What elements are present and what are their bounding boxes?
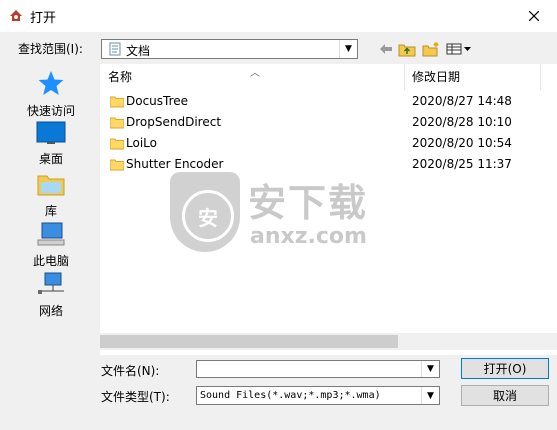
filetype-label: 文件类型(T): xyxy=(101,390,170,404)
place-label: 网络 xyxy=(38,304,63,318)
folder-icon xyxy=(110,138,124,150)
folder-icon xyxy=(110,117,124,129)
file-modified: 2020/8/28 10:10 xyxy=(412,115,512,129)
list-item[interactable]: DropSendDirect 2020/8/28 10:10 xyxy=(100,112,545,133)
back-button[interactable] xyxy=(375,40,397,58)
column-header-name[interactable]: 名称 xyxy=(108,64,132,90)
place-label: 库 xyxy=(44,204,57,218)
list-item[interactable]: DocusTree 2020/8/27 14:48 xyxy=(100,91,545,112)
window-title: 打开 xyxy=(30,11,57,26)
star-icon xyxy=(38,71,64,95)
back-arrow-icon xyxy=(380,44,392,54)
place-quick-access[interactable]: 快速访问 xyxy=(16,69,86,119)
app-icon xyxy=(10,10,22,21)
place-network[interactable]: 网络 xyxy=(16,271,86,319)
scrollbar-thumb[interactable] xyxy=(100,335,398,348)
filename-field[interactable]: ▼ xyxy=(196,360,440,378)
filetype-select[interactable]: Sound Files(*.wav;*.mp3;*.wma) ▼ xyxy=(196,386,440,405)
computer-icon xyxy=(37,222,65,246)
file-name: DropSendDirect xyxy=(126,115,222,129)
folder-icon xyxy=(110,96,124,108)
list-item[interactable]: LoiLo 2020/8/20 10:54 xyxy=(100,133,545,154)
column-divider[interactable] xyxy=(540,64,541,90)
view-menu-button[interactable] xyxy=(444,40,474,58)
horizontal-scrollbar[interactable] xyxy=(100,333,557,350)
column-header-modified[interactable]: 修改日期 xyxy=(412,64,460,90)
view-grid-icon xyxy=(446,43,471,55)
watermark: 安 安下载 anxz.com xyxy=(170,172,390,264)
new-folder-icon xyxy=(422,42,439,57)
place-label: 桌面 xyxy=(38,152,63,166)
file-name: LoiLo xyxy=(126,136,157,150)
folder-icon xyxy=(110,159,124,171)
network-icon xyxy=(38,272,64,294)
up-folder-button[interactable] xyxy=(396,40,418,58)
lookin-value: 文档 xyxy=(126,44,151,58)
cancel-button[interactable]: 取消 xyxy=(461,385,549,406)
file-modified: 2020/8/20 10:54 xyxy=(412,136,512,150)
open-button[interactable]: 打开(O) xyxy=(461,358,549,379)
chevron-down-icon[interactable]: ▼ xyxy=(421,361,439,377)
place-this-pc[interactable]: 此电脑 xyxy=(16,221,86,269)
close-icon xyxy=(529,11,539,21)
lookin-combo[interactable]: 文档 ▼ xyxy=(101,39,358,59)
place-label: 快速访问 xyxy=(26,104,75,118)
filetype-value: Sound Files(*.wav;*.mp3;*.wma) xyxy=(200,390,381,401)
shield-logo: 安 xyxy=(170,172,240,252)
place-label: 此电脑 xyxy=(32,254,69,268)
file-modified: 2020/8/25 11:37 xyxy=(412,157,512,171)
sort-arrow-icon: ︿ xyxy=(250,68,260,79)
title-bar: 打开 xyxy=(0,0,557,32)
file-modified: 2020/8/27 14:48 xyxy=(412,94,512,108)
new-folder-button[interactable] xyxy=(420,40,442,58)
documents-icon xyxy=(109,42,121,56)
up-folder-icon xyxy=(398,44,416,57)
place-library[interactable]: 库 xyxy=(16,171,86,219)
watermark-sub: anxz.com xyxy=(250,224,367,249)
place-desktop[interactable]: 桌面 xyxy=(16,121,86,167)
watermark-badge: 安 xyxy=(182,190,234,242)
close-button[interactable] xyxy=(511,0,557,32)
column-divider[interactable] xyxy=(404,64,405,90)
watermark-title: 安下载 xyxy=(248,181,369,225)
chevron-down-icon[interactable]: ▼ xyxy=(421,387,439,404)
library-icon xyxy=(37,175,65,196)
chevron-down-icon[interactable]: ▼ xyxy=(339,40,357,58)
file-name: Shutter Encoder xyxy=(126,157,224,171)
desktop-icon xyxy=(36,121,66,144)
lookin-label: 查找范围(I): xyxy=(18,42,83,56)
file-name: DocusTree xyxy=(126,94,189,108)
filename-label: 文件名(N): xyxy=(101,364,160,378)
